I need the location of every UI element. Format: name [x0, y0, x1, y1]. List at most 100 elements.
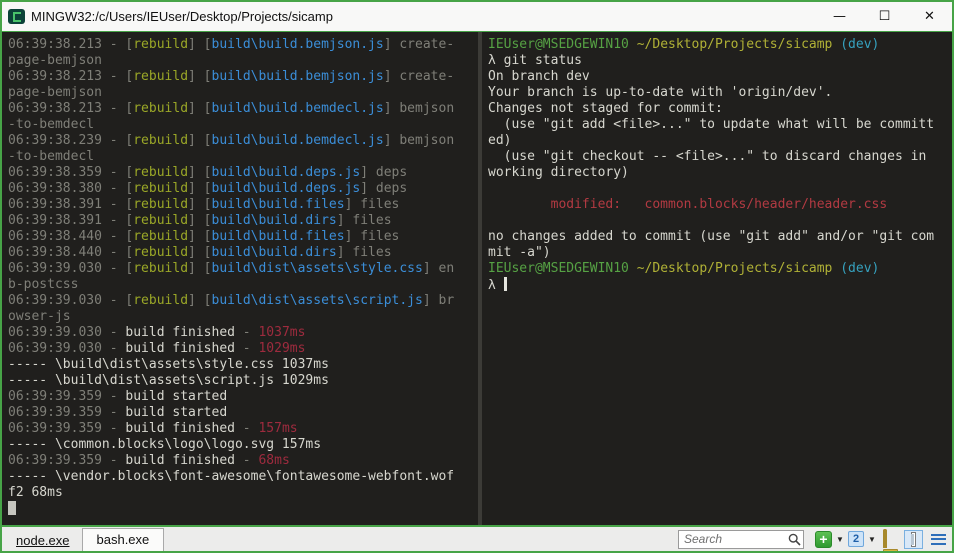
terminal-text: ] [: [188, 165, 211, 180]
terminal-text: rebuild: [133, 229, 188, 244]
terminal-line: f2 68ms: [8, 485, 478, 501]
terminal-text: Your branch is up-to-date with 'origin/d…: [488, 85, 832, 100]
active-console-number-button[interactable]: 2: [848, 531, 864, 547]
terminal-text: 157ms: [258, 421, 297, 436]
terminal-text: 06:39:38.440 - [: [8, 229, 133, 244]
terminal-line: IEUser@MSEDGEWIN10 ~/Desktop/Projects/si…: [488, 261, 952, 277]
terminal-line: IEUser@MSEDGEWIN10 ~/Desktop/Projects/si…: [488, 37, 952, 53]
search-input[interactable]: [678, 530, 804, 549]
minimize-button[interactable]: —: [817, 3, 862, 31]
terminal-text: page-bemjson: [8, 85, 102, 100]
terminal-text: (use "git checkout -- <file>..." to disc…: [488, 149, 926, 164]
terminal-line: 06:39:39.359 - build finished - 68ms: [8, 453, 478, 469]
terminal-line: 06:39:39.359 - build started: [8, 405, 478, 421]
terminal-text: -to-bemdecl: [8, 117, 94, 132]
menu-line: [931, 543, 946, 545]
terminal-text: rebuild: [133, 133, 188, 148]
terminal-text: ] [: [188, 229, 211, 244]
tab-node-exe[interactable]: node.exe: [4, 531, 82, 551]
terminal-line: λ: [488, 277, 952, 293]
terminal-line: working directory): [488, 165, 952, 181]
titlebar: MINGW32:/c/Users/IEUser/Desktop/Projects…: [2, 2, 952, 32]
terminal-text: λ git status: [488, 53, 582, 68]
terminal-pane-bash[interactable]: IEUser@MSEDGEWIN10 ~/Desktop/Projects/si…: [482, 32, 952, 525]
terminal-text: ] br: [423, 293, 454, 308]
terminal-line: b-postcss: [8, 277, 478, 293]
terminal-text: ] files: [345, 229, 400, 244]
terminal-text: ] [: [188, 213, 211, 228]
console-tabs: node.exebash.exe: [4, 527, 164, 551]
terminal-line: 06:39:39.030 - [rebuild] [build\dist\ass…: [8, 261, 478, 277]
terminal-text: owser-js: [8, 309, 71, 324]
menu-button[interactable]: [931, 534, 946, 545]
new-console-button[interactable]: +: [815, 531, 832, 548]
menu-line: [931, 534, 946, 536]
terminal-text: ~/Desktop/Projects/sicamp: [637, 261, 833, 276]
terminal-line: 06:39:38.213 - [rebuild] [build\build.be…: [8, 69, 478, 85]
search-icon: [788, 533, 801, 546]
terminal-text: build\build.dirs: [212, 245, 337, 260]
close-button[interactable]: ✕: [907, 3, 952, 31]
lock-shackle: [883, 529, 887, 548]
terminal-text: mit -a"): [488, 245, 551, 260]
terminal-text: ] [: [188, 181, 211, 196]
terminal-text: 06:39:38.391 - [: [8, 197, 133, 212]
terminal-line: ----- \build\dist\assets\style.css 1037m…: [8, 357, 478, 373]
maximize-button[interactable]: ☐: [862, 3, 907, 31]
terminal-text: rebuild: [133, 197, 188, 212]
terminal-text: ~/Desktop/Projects/sicamp: [637, 37, 833, 52]
terminal-area: 06:39:38.213 - [rebuild] [build\build.be…: [2, 32, 952, 525]
terminal-text: no changes added to commit (use "git add…: [488, 229, 934, 244]
tab-bash-exe[interactable]: bash.exe: [82, 528, 165, 551]
terminal-line: [8, 501, 478, 517]
terminal-text: build finished: [125, 341, 235, 356]
terminal-line: [488, 181, 952, 197]
terminal-text: build finished: [125, 421, 235, 436]
terminal-text: rebuild: [133, 261, 188, 276]
terminal-text: ] bemjson: [384, 101, 454, 116]
terminal-text: ] [: [188, 37, 211, 52]
view-toggle-button[interactable]: [904, 530, 923, 549]
terminal-line: [488, 213, 952, 229]
terminal-text: ] [: [188, 197, 211, 212]
terminal-text: 1029ms: [258, 341, 305, 356]
terminal-text: b-postcss: [8, 277, 78, 292]
terminal-text: working directory): [488, 165, 629, 180]
terminal-text: ] [: [188, 261, 211, 276]
terminal-text: ] files: [337, 213, 392, 228]
terminal-text: modified: common.blocks/header/header.cs…: [488, 197, 887, 212]
terminal-text: IEUser@MSEDGEWIN10: [488, 37, 629, 52]
terminal-line: 06:39:38.239 - [rebuild] [build\build.be…: [8, 133, 478, 149]
terminal-text: -to-bemdecl: [8, 149, 94, 164]
terminal-text: 06:39:38.391 - [: [8, 213, 133, 228]
terminal-text: (dev): [840, 37, 879, 52]
terminal-text: Changes not staged for commit:: [488, 101, 723, 116]
terminal-line: modified: common.blocks/header/header.cs…: [488, 197, 952, 213]
terminal-line: 06:39:39.030 - build finished - 1037ms: [8, 325, 478, 341]
terminal-line: 06:39:38.440 - [rebuild] [build\build.fi…: [8, 229, 478, 245]
terminal-text: rebuild: [133, 37, 188, 52]
terminal-text: build\dist\assets\script.js: [212, 293, 423, 308]
console-list-dropdown-icon[interactable]: ▼: [867, 535, 877, 544]
panel-icon: [911, 532, 916, 547]
terminal-text: build\build.bemjson.js: [212, 37, 384, 52]
terminal-text: 06:39:39.030 - [: [8, 261, 133, 276]
terminal-line: 06:39:39.359 - build started: [8, 389, 478, 405]
terminal-line: ed): [488, 133, 952, 149]
terminal-line: (use "git add <file>..." to update what …: [488, 117, 952, 133]
terminal-text: rebuild: [133, 213, 188, 228]
terminal-line: 06:39:39.030 - build finished - 1029ms: [8, 341, 478, 357]
terminal-text: rebuild: [133, 165, 188, 180]
terminal-text: 06:39:38.213 - [: [8, 37, 133, 52]
terminal-text: [629, 37, 637, 52]
terminal-text: build\build.files: [212, 229, 345, 244]
lock-icon[interactable]: [883, 531, 898, 547]
terminal-text: [629, 261, 637, 276]
terminal-text: ----- \common.blocks\logo\logo.svg 157ms: [8, 437, 321, 452]
terminal-text: ] create-: [384, 37, 454, 52]
terminal-pane-node[interactable]: 06:39:38.213 - [rebuild] [build\build.be…: [2, 32, 478, 525]
terminal-text: ] en: [423, 261, 454, 276]
new-console-dropdown-icon[interactable]: ▼: [835, 535, 845, 544]
terminal-text: ] [: [188, 101, 211, 116]
terminal-text: build\build.deps.js: [212, 181, 361, 196]
